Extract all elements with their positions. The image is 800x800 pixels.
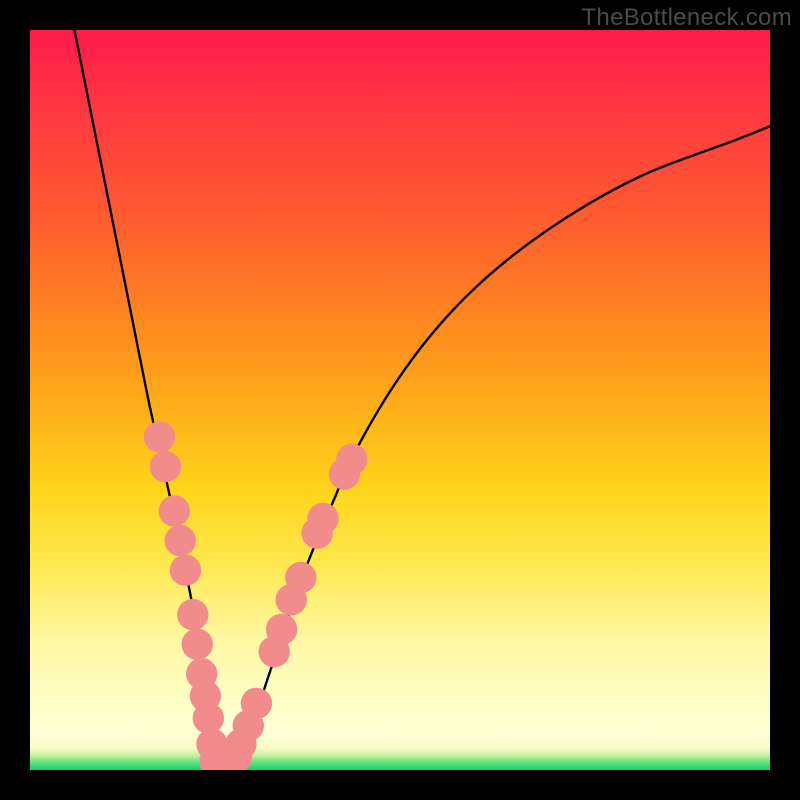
- data-bead: [285, 562, 316, 593]
- data-bead: [182, 629, 213, 660]
- data-bead: [307, 503, 338, 534]
- data-bead: [266, 614, 297, 645]
- watermark-text: TheBottleneck.com: [581, 4, 792, 32]
- data-bead: [159, 495, 190, 526]
- chart-frame: TheBottleneck.com: [0, 0, 800, 800]
- curve-svg: [30, 30, 770, 770]
- bead-layer: [144, 421, 368, 770]
- plot-area: [30, 30, 770, 770]
- data-bead: [144, 421, 175, 452]
- data-bead: [177, 599, 208, 630]
- data-bead: [241, 688, 272, 719]
- data-bead: [170, 555, 201, 586]
- bottleneck-curve: [74, 30, 770, 770]
- data-bead: [336, 444, 367, 475]
- data-bead: [150, 451, 181, 482]
- curve-layer: [74, 30, 770, 770]
- data-bead: [165, 525, 196, 556]
